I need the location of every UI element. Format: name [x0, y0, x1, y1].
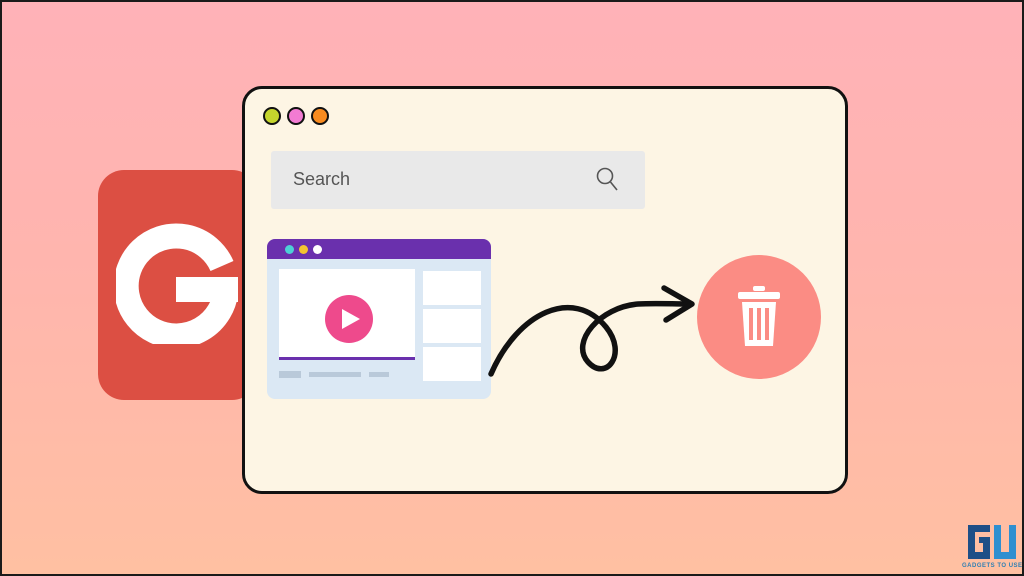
video-topbar-dot — [285, 245, 294, 254]
related-video-thumb — [423, 347, 481, 381]
window-minimize-dot[interactable] — [287, 107, 305, 125]
video-progress-bar — [279, 357, 415, 360]
video-topbar-dot — [299, 245, 308, 254]
video-meta-bar — [309, 372, 361, 377]
video-meta-bar — [369, 372, 389, 377]
search-input[interactable]: Search — [271, 151, 645, 209]
related-video-thumb — [423, 271, 481, 305]
window-maximize-dot[interactable] — [311, 107, 329, 125]
play-button[interactable] — [325, 295, 373, 343]
watermark-text: GADGETS TO USE — [962, 563, 1023, 569]
search-icon[interactable] — [595, 166, 621, 194]
play-icon — [342, 309, 360, 329]
related-video-thumb — [423, 309, 481, 343]
trash-icon — [738, 286, 780, 346]
curly-arrow-icon — [488, 285, 695, 377]
video-topbar-dot — [313, 245, 322, 254]
trash-button[interactable] — [697, 255, 821, 379]
search-placeholder: Search — [293, 169, 351, 189]
google-logo-tile — [98, 170, 258, 400]
video-card[interactable] — [267, 239, 491, 399]
video-card-topbar — [267, 239, 491, 259]
gadgets-to-use-logo — [968, 525, 1016, 559]
video-meta-bar — [279, 371, 301, 378]
google-g-logo — [116, 223, 238, 344]
window-close-dot[interactable] — [263, 107, 281, 125]
